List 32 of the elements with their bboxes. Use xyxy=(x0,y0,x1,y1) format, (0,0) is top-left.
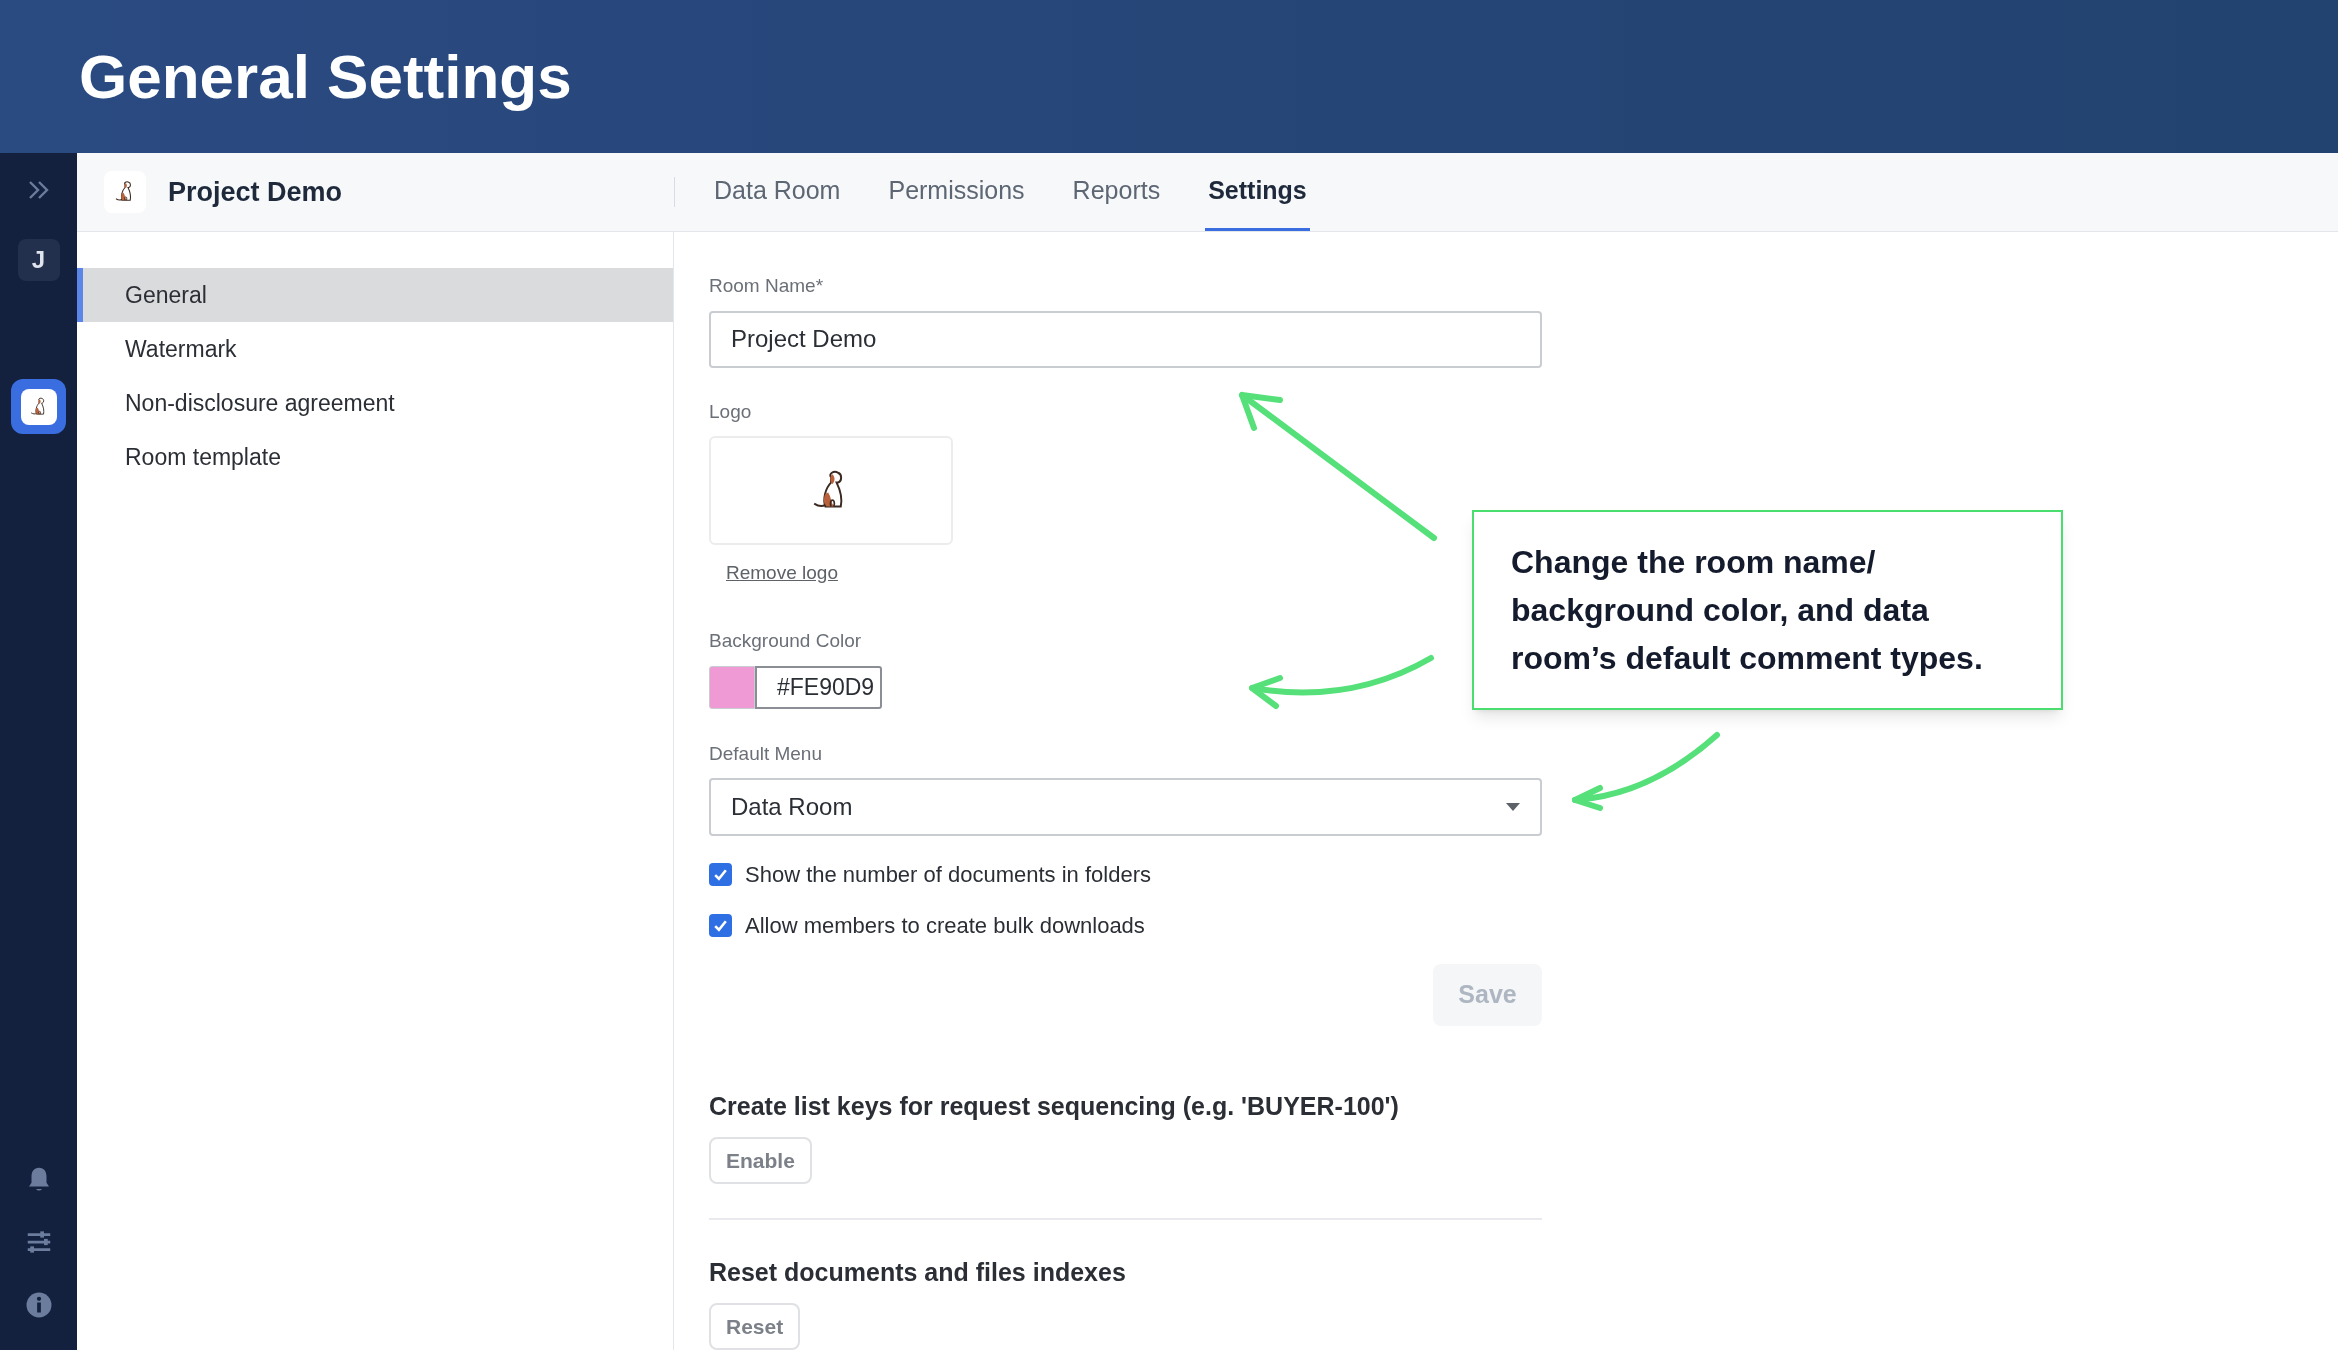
tab[interactable]: Data Room xyxy=(711,153,844,231)
default-menu-dropdown[interactable]: Data Room xyxy=(709,778,1542,836)
page-title: General Settings xyxy=(79,41,572,113)
tab[interactable]: Permissions xyxy=(885,153,1028,231)
section-heading: Reset documents and files indexes xyxy=(709,1256,1127,1288)
expand-icon[interactable] xyxy=(26,179,51,201)
submenu-item[interactable]: Watermark xyxy=(77,322,673,376)
checkbox-label: Show the number of documents in folders xyxy=(745,860,1151,889)
checkbox-label: Allow members to create bulk downloads xyxy=(745,911,1145,940)
field-label: Logo xyxy=(709,399,753,424)
field-label: Room Name* xyxy=(709,274,825,298)
checkbox[interactable] xyxy=(709,862,732,886)
tab[interactable]: Reports xyxy=(1069,153,1164,231)
section-heading: Create list keys for request sequencing (e.g. 'BUYER-100') xyxy=(709,1090,1400,1122)
user-avatar[interactable]: J xyxy=(17,239,60,281)
submenu-item[interactable]: General xyxy=(77,268,673,322)
submenu-item[interactable]: Non-disclosure agreement xyxy=(77,376,673,430)
color-swatch[interactable] xyxy=(709,665,755,709)
callout-text: Change the room name/ background color, and data room’s default comment types. xyxy=(1511,543,1984,678)
field-label: Background Color xyxy=(709,629,863,654)
checkbox[interactable] xyxy=(709,913,732,937)
field-label: Default Menu xyxy=(709,741,823,766)
submenu-item[interactable]: Room template xyxy=(77,430,673,484)
section-button[interactable]: Reset xyxy=(709,1303,801,1350)
tab[interactable]: Settings xyxy=(1205,153,1310,231)
color-hex-field[interactable]: #FE90D9 xyxy=(755,665,882,709)
app-button[interactable] xyxy=(11,379,66,434)
project-name: Project Demo xyxy=(168,175,343,209)
section-button[interactable]: Enable xyxy=(709,1137,812,1184)
room-name-field[interactable]: Project Demo xyxy=(709,310,1542,368)
caret-icon xyxy=(1506,803,1520,812)
remove-logo-link[interactable]: Remove logo xyxy=(726,558,838,588)
